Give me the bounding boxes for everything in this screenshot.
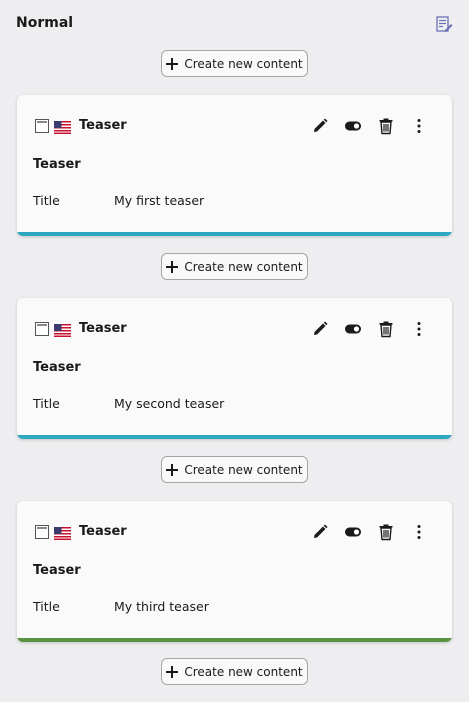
pencil-icon[interactable] [311, 117, 329, 135]
plus-icon [166, 665, 179, 678]
content-type-label: Teaser [79, 321, 127, 336]
content-element-card: Teaser Teaser Title My third teaser [17, 501, 452, 642]
more-vertical-icon[interactable] [410, 320, 428, 338]
field-value: My first teaser [114, 193, 205, 208]
card-heading: Teaser [33, 157, 81, 172]
content-type-label: Teaser [79, 524, 127, 539]
create-new-content-button[interactable]: Create new content [161, 658, 308, 685]
card-heading: Teaser [33, 563, 81, 578]
field-label: Title [33, 599, 60, 614]
pencil-icon[interactable] [311, 523, 329, 541]
plus-icon [166, 260, 179, 273]
pencil-icon[interactable] [311, 320, 329, 338]
content-type-icon [35, 322, 49, 336]
create-new-content-button[interactable]: Create new content [161, 253, 308, 280]
create-new-content-button[interactable]: Create new content [161, 50, 308, 77]
status-bar [17, 435, 452, 439]
field-value: My third teaser [114, 599, 209, 614]
column-title: Normal [16, 15, 74, 31]
plus-icon [166, 463, 179, 476]
toggle-visibility-icon[interactable] [344, 523, 362, 541]
content-element-card: Teaser Teaser Title My first teaser [17, 95, 452, 236]
create-new-content-label: Create new content [184, 259, 303, 274]
card-heading: Teaser [33, 360, 81, 375]
create-new-content-label: Create new content [184, 462, 303, 477]
toggle-visibility-icon[interactable] [344, 320, 362, 338]
content-element-card: Teaser Teaser Title My second teaser [17, 298, 452, 439]
content-type-icon [35, 119, 49, 133]
trash-icon[interactable] [377, 320, 395, 338]
create-new-content-label: Create new content [184, 664, 303, 679]
edit-column-icon[interactable] [435, 15, 453, 33]
us-flag-icon [54, 119, 71, 134]
field-label: Title [33, 396, 60, 411]
field-label: Title [33, 193, 60, 208]
create-new-content-label: Create new content [184, 56, 303, 71]
field-value: My second teaser [114, 396, 225, 411]
create-new-content-button[interactable]: Create new content [161, 456, 308, 483]
status-bar [17, 638, 452, 642]
toggle-visibility-icon[interactable] [344, 117, 362, 135]
column-header: Normal [0, 0, 469, 46]
us-flag-icon [54, 525, 71, 540]
status-bar [17, 232, 452, 236]
content-type-icon [35, 525, 49, 539]
trash-icon[interactable] [377, 523, 395, 541]
more-vertical-icon[interactable] [410, 523, 428, 541]
more-vertical-icon[interactable] [410, 117, 428, 135]
plus-icon [166, 57, 179, 70]
us-flag-icon [54, 322, 71, 337]
trash-icon[interactable] [377, 117, 395, 135]
content-type-label: Teaser [79, 118, 127, 133]
